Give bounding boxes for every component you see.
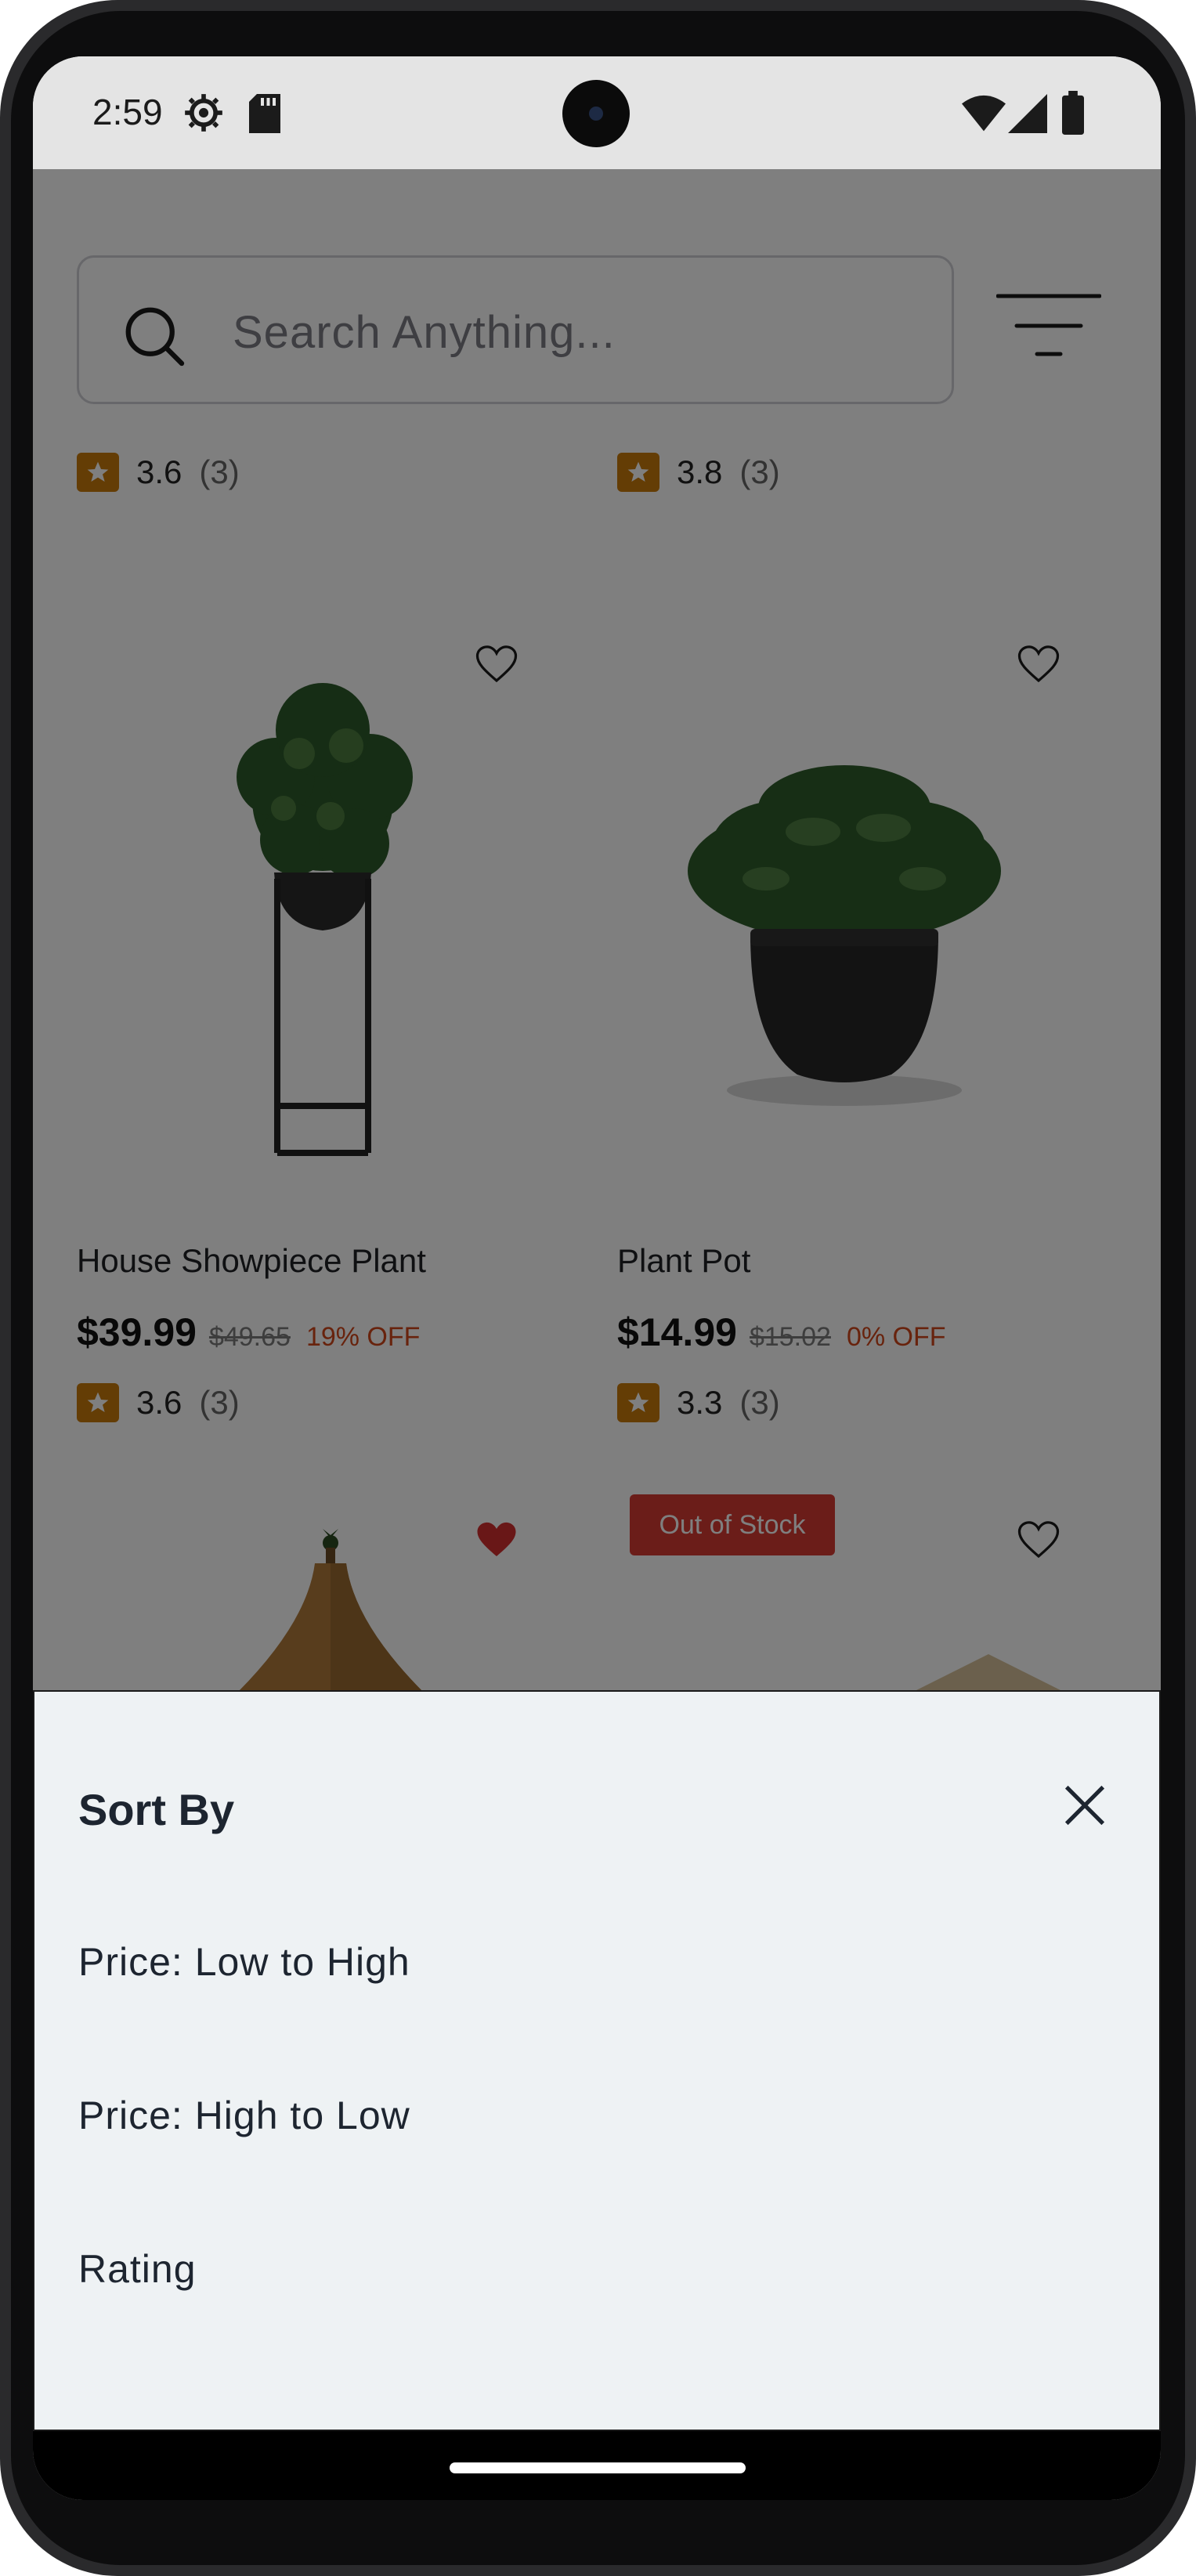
battery-icon (1062, 91, 1084, 135)
sort-bottom-sheet: Sort By Price: Low to High Price: High t… (33, 1690, 1161, 2431)
close-icon[interactable] (1061, 1781, 1109, 1830)
status-bar: 2:59 (33, 56, 1161, 169)
cellular-signal-icon (1008, 94, 1047, 133)
phone-screen: 2:59 Search Anything... (33, 56, 1161, 2500)
sheet-title: Sort By (78, 1785, 235, 1834)
wifi-icon (962, 95, 1006, 132)
home-gesture-handle[interactable] (450, 2462, 746, 2473)
sort-option-price-low-high[interactable]: Price: Low to High (78, 1939, 410, 1985)
status-time: 2:59 (92, 92, 163, 132)
sort-option-rating[interactable]: Rating (78, 2246, 197, 2292)
front-camera (562, 80, 630, 147)
sort-option-price-high-low[interactable]: Price: High to Low (78, 2093, 410, 2138)
system-nav-bar (33, 2431, 1161, 2500)
sd-card-icon (249, 94, 280, 133)
settings-icon (185, 94, 222, 132)
